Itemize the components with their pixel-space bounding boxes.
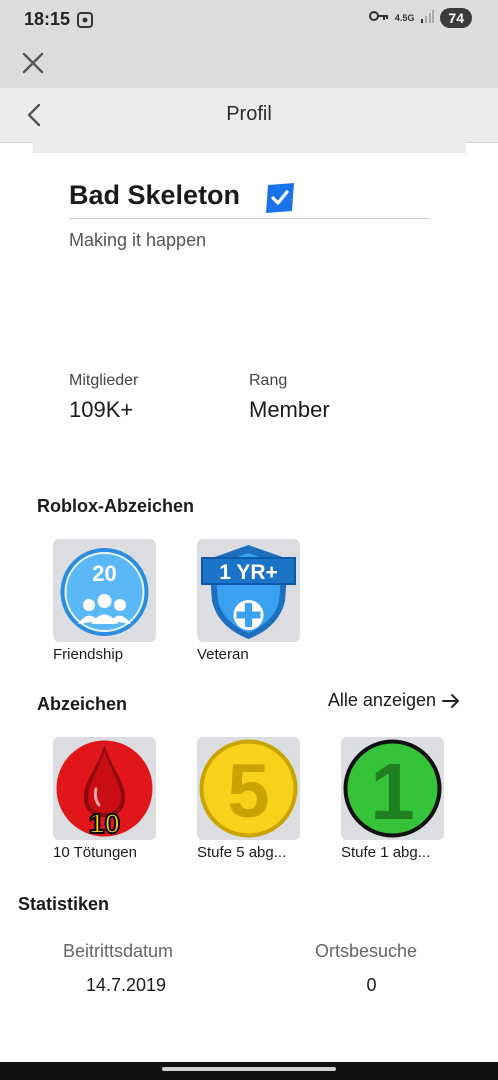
home-indicator[interactable]	[162, 1067, 336, 1071]
statistics-title: Statistiken	[18, 894, 110, 914]
stage1-badge-icon: 1	[343, 739, 442, 838]
verified-check-icon	[266, 183, 294, 213]
rank-value: Member	[249, 397, 330, 422]
badge-veteran[interactable]: 1 YR+	[197, 539, 300, 642]
visits-label: Ortsbesuche	[315, 941, 418, 961]
badge-stage5-label: Stufe 5 abg...	[197, 844, 287, 861]
status-icons: 4.5G 74	[368, 8, 472, 28]
badge-stage1-label: Stufe 1 abg...	[341, 844, 431, 861]
signal-icon	[420, 9, 435, 28]
badge-stage5[interactable]: 5	[197, 737, 300, 840]
badge-stage1[interactable]: 1	[341, 737, 444, 840]
badge-kills[interactable]: 10	[53, 737, 156, 840]
battery-badge: 74	[440, 8, 472, 28]
close-icon	[22, 52, 44, 74]
visits-value: 0	[366, 975, 377, 995]
kills-badge-number: 10	[89, 808, 120, 839]
see-all-link[interactable]: Alle anzeigen	[328, 690, 460, 711]
arrow-right-icon	[442, 693, 459, 708]
badge-veteran-label: Veteran	[197, 646, 249, 663]
close-button[interactable]	[20, 50, 46, 76]
join-date-value: 14.7.2019	[85, 975, 167, 995]
members-label: Mitglieder	[69, 372, 139, 389]
badge-friendship[interactable]: 20	[53, 539, 156, 642]
veteran-badge-icon: 1 YR+	[201, 545, 296, 639]
roblox-badges-title: Roblox-Abzeichen	[37, 496, 195, 516]
stage5-badge-icon: 5	[199, 739, 298, 838]
page-title: Profil	[226, 103, 272, 125]
rank-label: Rang	[249, 372, 288, 389]
stage1-badge-number: 1	[370, 747, 415, 836]
veteran-badge-text: 1 YR+	[219, 561, 278, 584]
header-strip	[33, 142, 466, 153]
verified-badge	[264, 183, 296, 213]
members-value: 109K+	[69, 397, 134, 422]
see-all-label: Alle anzeigen	[327, 690, 436, 710]
system-nav-bar	[0, 1062, 498, 1080]
join-date-label: Beitrittsdatum	[63, 941, 174, 961]
vpn-key-icon	[368, 9, 389, 28]
friendship-badge-icon: 20	[60, 548, 149, 636]
badges-title: Abzeichen	[37, 694, 128, 714]
network-type: 4.5G	[394, 13, 415, 23]
badge-friendship-label: Friendship	[53, 646, 124, 663]
web-header	[0, 40, 498, 88]
group-tagline: Making it happen	[69, 230, 207, 250]
blood-drop-badge-icon: 10	[56, 740, 153, 840]
group-name: Bad Skeleton	[69, 180, 241, 210]
screen-record-icon	[76, 11, 94, 34]
badge-kills-label: 10 Tötungen	[53, 844, 137, 861]
name-divider	[69, 218, 429, 219]
friendship-badge-number: 20	[92, 561, 116, 586]
stage5-badge-number: 5	[227, 749, 269, 834]
status-time: 18:15	[24, 9, 71, 29]
